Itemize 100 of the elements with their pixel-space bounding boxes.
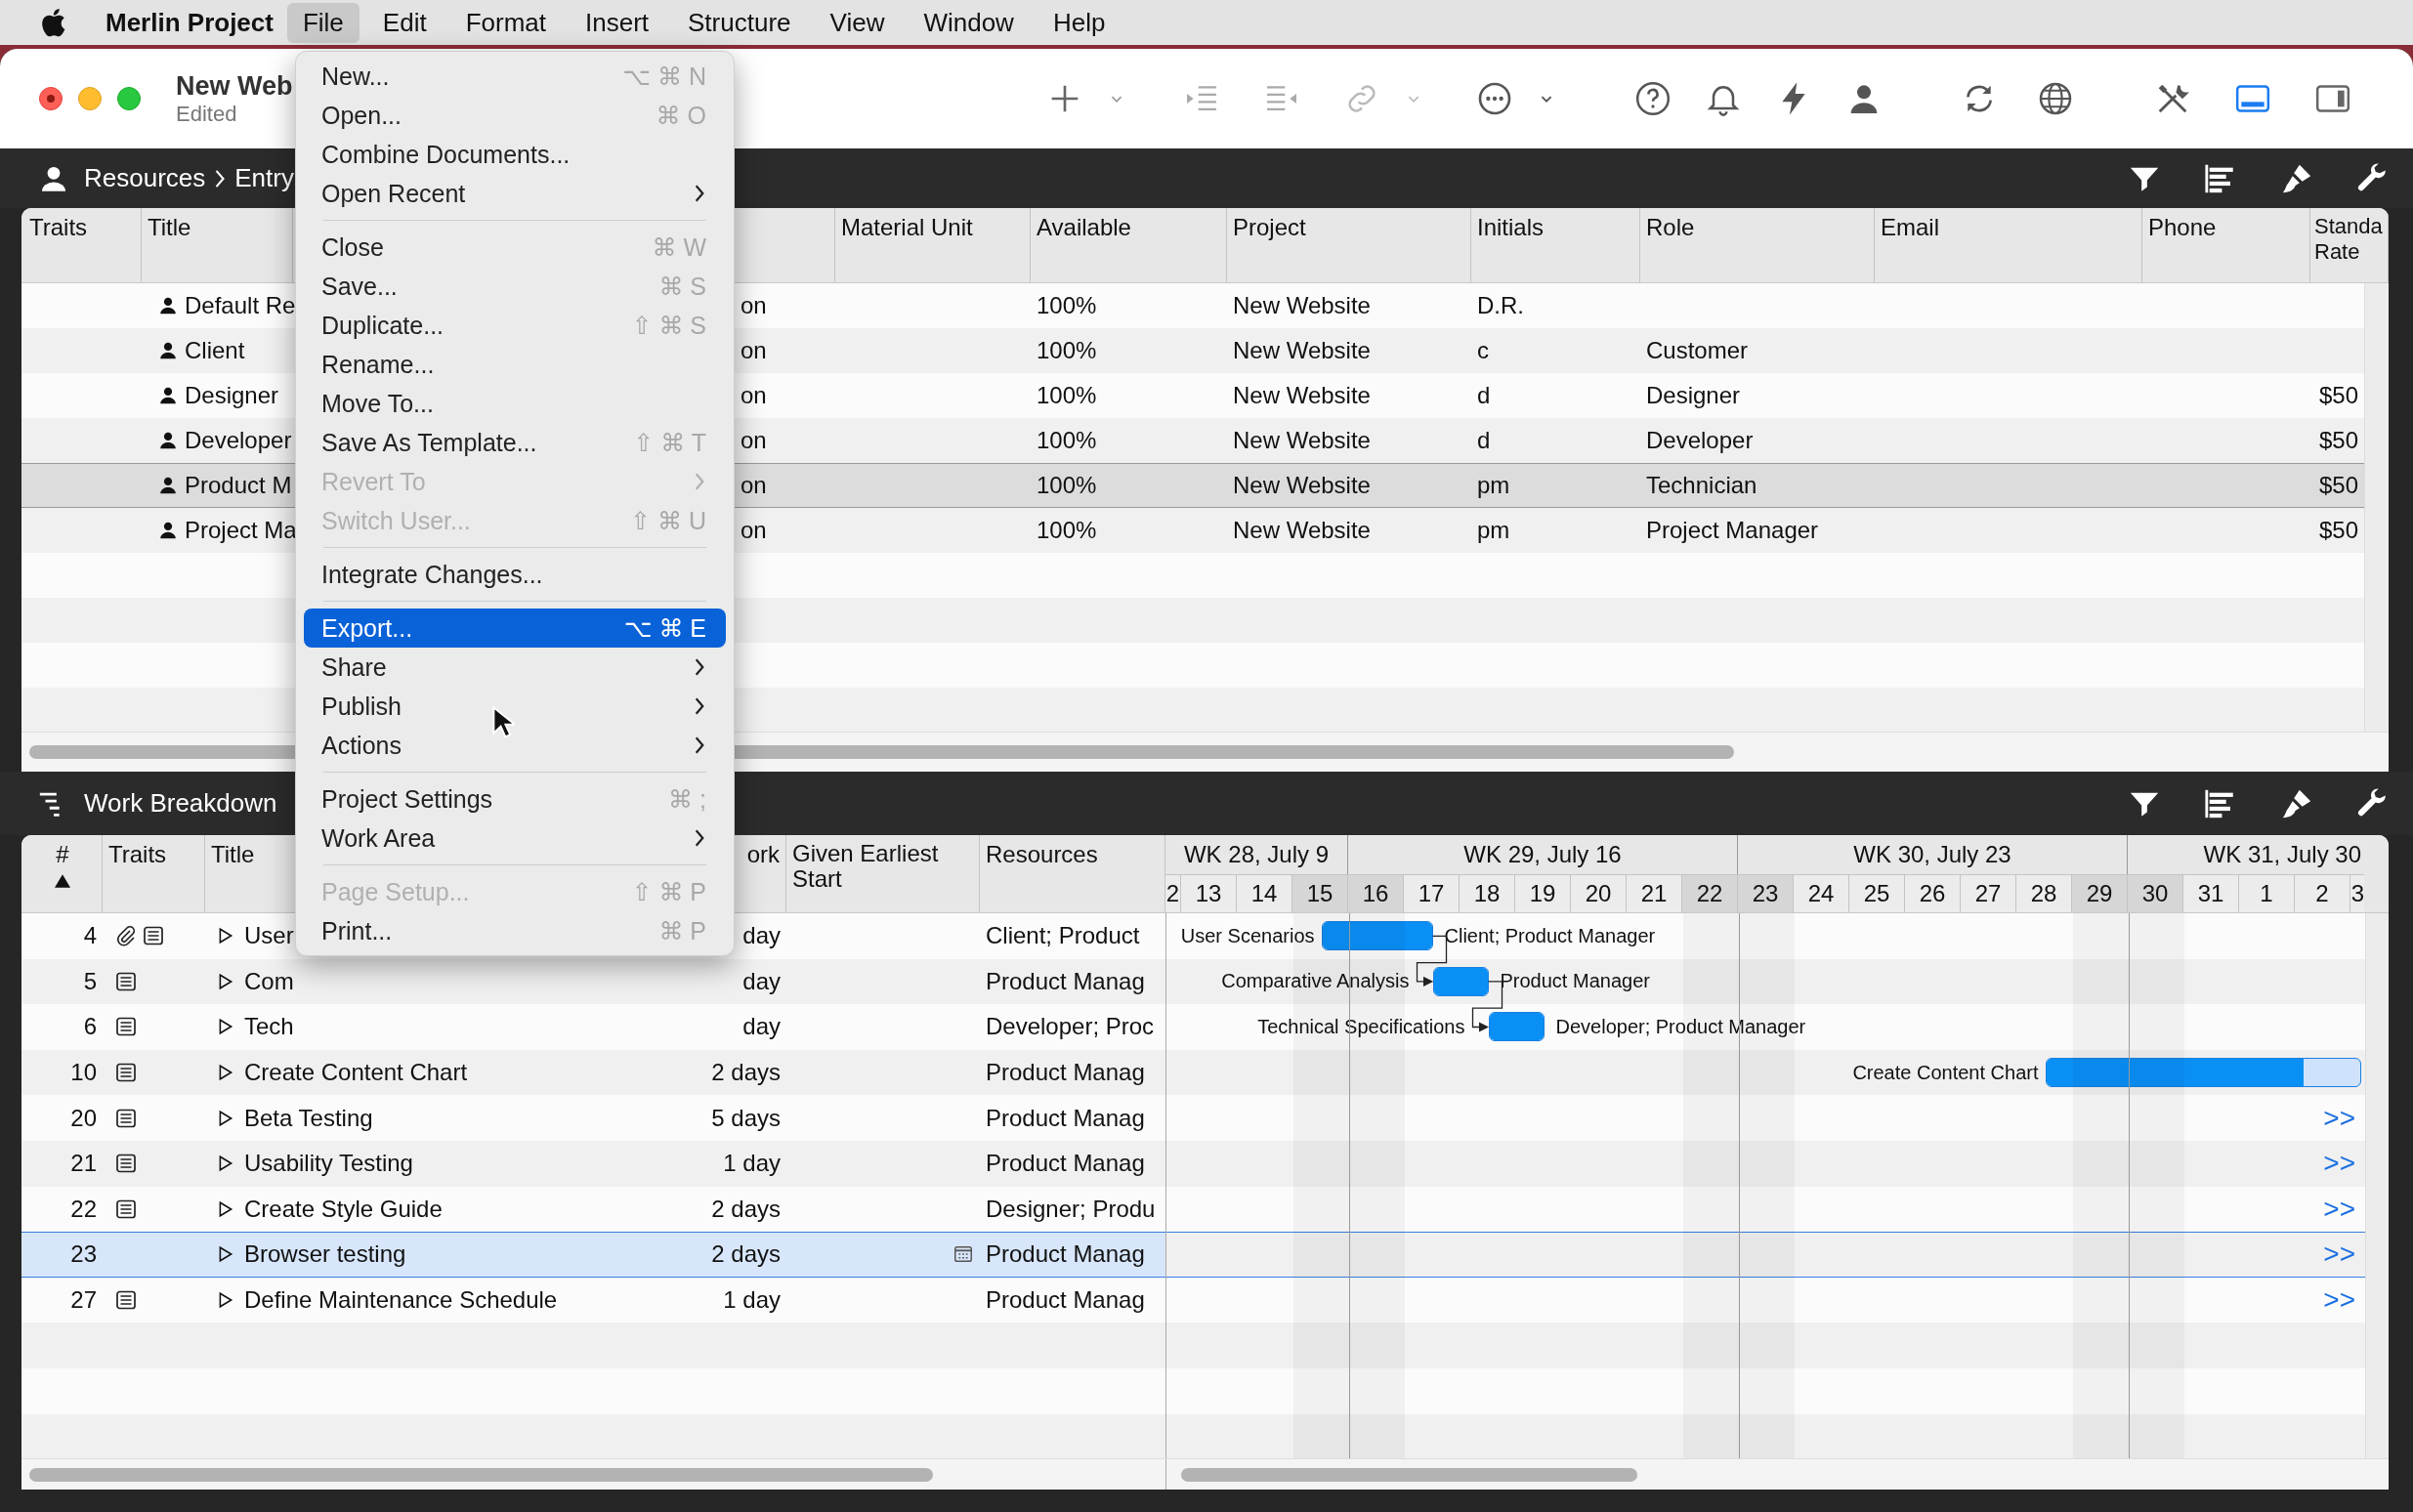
task-row[interactable]: 21 Usability Testing 1 day Product Manag <box>21 1140 1165 1187</box>
offscreen-indicator[interactable]: >> <box>2323 1193 2355 1225</box>
menu-item[interactable]: Project Settings ⌘ ; <box>304 779 726 819</box>
pane-title[interactable]: Work Breakdown <box>84 788 277 819</box>
column-header[interactable]: Phone <box>2148 214 2217 241</box>
table-cell: $50 <box>2318 517 2358 544</box>
table-cell: on <box>741 292 767 319</box>
table-cell: New Website <box>1233 337 1371 364</box>
menu-item[interactable]: Close ⌘ W <box>304 228 726 267</box>
week-label: WK 28, July 9 <box>1183 840 1330 868</box>
column-header[interactable]: Material Unit <box>841 214 973 241</box>
table-cell: New Website <box>1233 427 1371 454</box>
task-resources: Product Manag <box>986 1240 1145 1269</box>
person-icon <box>157 520 179 541</box>
expand-triangle-icon[interactable] <box>217 1018 234 1036</box>
menu-title[interactable]: Edit <box>366 2 443 43</box>
offscreen-indicator[interactable]: >> <box>2323 1284 2355 1317</box>
breadcrumb-item[interactable]: Entry <box>234 163 294 193</box>
day-label: 25 <box>1863 879 1890 907</box>
task-row[interactable]: 23 Browser testing 2 days Product Manag <box>21 1232 1165 1278</box>
sort-ascending-icon[interactable] <box>55 874 70 888</box>
column-header[interactable]: Resources <box>986 841 1098 868</box>
offscreen-indicator[interactable]: >> <box>2323 1148 2355 1180</box>
apple-logo-icon[interactable] <box>39 7 66 38</box>
menu-title[interactable]: View <box>814 2 901 43</box>
column-header[interactable]: Available <box>1037 214 1131 241</box>
column-header[interactable]: Title <box>148 214 191 241</box>
table-cell: Technician <box>1646 472 1757 499</box>
column-header[interactable]: Email <box>1881 214 1939 241</box>
task-bar[interactable] <box>1488 1012 1545 1042</box>
menu-item[interactable]: Actions <box>304 726 726 765</box>
task-title: User <box>244 922 294 950</box>
menu-item[interactable]: Open... ⌘ O <box>304 96 726 135</box>
task-title: Com <box>244 967 294 995</box>
task-resources: Product Manag <box>986 967 1145 995</box>
task-row[interactable]: 5 Com day Product Manag <box>21 958 1165 1005</box>
task-bar[interactable] <box>1432 966 1489 996</box>
person-icon <box>157 475 179 496</box>
menu-item[interactable]: Export... ⌥ ⌘ E <box>304 609 726 648</box>
column-header[interactable]: Role <box>1646 214 1695 241</box>
column-header[interactable]: # <box>56 841 69 868</box>
app-name[interactable]: Merlin Project <box>106 7 274 38</box>
table-cell: on <box>741 382 767 409</box>
task-resources: Product Manag <box>986 1104 1145 1132</box>
offscreen-indicator[interactable]: >> <box>2323 1102 2355 1134</box>
column-header[interactable]: Title <box>211 841 255 868</box>
expand-triangle-icon[interactable] <box>217 1155 234 1173</box>
day-label: 13 <box>1195 879 1222 907</box>
column-header[interactable]: Given Earliest Start <box>792 841 973 893</box>
scrollbar-thumb[interactable] <box>1181 1467 1637 1482</box>
menu-title[interactable]: Insert <box>570 2 665 43</box>
menu-item[interactable]: Integrate Changes... <box>304 555 726 594</box>
column-header[interactable]: Initials <box>1477 214 1545 241</box>
table-cell: New Website <box>1233 292 1371 319</box>
table-cell: $50 <box>2318 472 2358 499</box>
menu-item[interactable]: Open Recent <box>304 174 726 213</box>
column-header[interactable]: Standa Rate <box>2314 214 2386 265</box>
expand-triangle-icon[interactable] <box>217 1199 234 1218</box>
task-title: Browser testing <box>244 1240 406 1269</box>
breadcrumb-item[interactable]: Resources <box>84 163 206 193</box>
menu-title[interactable]: File <box>286 2 360 43</box>
menu-item[interactable]: Print... ⌘ P <box>304 911 726 950</box>
expand-triangle-icon[interactable] <box>217 1109 234 1127</box>
menu-item[interactable]: Publish <box>304 687 726 726</box>
task-bar[interactable] <box>2045 1058 2361 1088</box>
menu-title[interactable]: Format <box>449 2 562 43</box>
day-label: 19 <box>1529 879 1556 907</box>
task-resources: Client; Product <box>986 922 1140 950</box>
zoom-window-button[interactable] <box>117 87 141 110</box>
menu-item[interactable]: Share <box>304 648 726 687</box>
day-label: 29 <box>2086 879 2113 907</box>
day-label: 27 <box>1974 879 2002 907</box>
expand-triangle-icon[interactable] <box>217 972 234 990</box>
menu-title[interactable]: Help <box>1037 2 1122 43</box>
person-icon <box>157 340 179 361</box>
scrollbar-thumb[interactable] <box>29 1467 933 1482</box>
table-cell: $50 <box>2318 382 2358 409</box>
expand-triangle-icon[interactable] <box>217 1064 234 1082</box>
close-window-button[interactable] <box>39 87 63 110</box>
column-header[interactable]: ork <box>746 841 780 868</box>
task-bar[interactable] <box>1321 921 1433 951</box>
menu-title[interactable]: Window <box>908 2 1030 43</box>
menu-item[interactable]: Save As Template... ⇧ ⌘ T <box>304 423 726 462</box>
task-bar-label: Create Content Chart <box>1852 1061 2039 1084</box>
column-header[interactable]: Project <box>1233 214 1306 241</box>
menu-item[interactable]: Work Area <box>304 819 726 858</box>
task-row[interactable]: 10 Create Content Chart 2 days Product Manag <box>21 1049 1165 1096</box>
task-number: 4 <box>83 922 97 950</box>
offscreen-indicator[interactable]: >> <box>2323 1239 2355 1271</box>
task-resources: Product Manag <box>986 1150 1145 1178</box>
column-header[interactable]: Traits <box>29 214 88 241</box>
expand-triangle-icon[interactable] <box>217 927 234 945</box>
menu-item[interactable]: New... ⌥ ⌘ N <box>304 57 726 96</box>
person-icon <box>157 295 179 316</box>
expand-triangle-icon[interactable] <box>217 1245 234 1264</box>
menu-title[interactable]: Structure <box>672 2 807 43</box>
expand-triangle-icon[interactable] <box>217 1291 234 1310</box>
menu-item[interactable]: Combine Documents... <box>304 135 726 174</box>
column-header[interactable]: Traits <box>108 841 167 868</box>
day-label: 17 <box>1418 879 1445 907</box>
